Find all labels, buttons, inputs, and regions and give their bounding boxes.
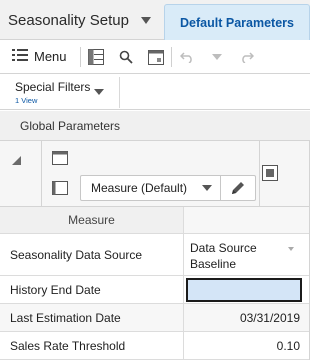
grid-border [309,141,310,360]
chevron-down-icon[interactable] [202,40,232,74]
search-icon[interactable] [111,40,141,74]
cell-value-line: Data Source [190,241,257,255]
seasonality-source-cell[interactable]: Data Source Baseline [184,234,310,275]
menu-button[interactable]: Menu [0,40,80,74]
view-count-label: 1 View [15,96,38,105]
row-dimension-icon[interactable] [52,151,68,170]
grid-header-row: Measure [0,207,310,234]
last-estimation-date-cell[interactable]: 03/31/2019 [184,304,310,331]
date-edit-input[interactable] [186,277,302,302]
row-label: Last Estimation Date [0,304,184,331]
chevron-down-icon[interactable] [94,89,104,95]
pivot-corner[interactable] [0,141,42,207]
row-label: Sales Rate Threshold [0,332,184,359]
undo-icon[interactable] [172,40,202,74]
edit-pencil-icon[interactable] [221,175,255,201]
redo-icon[interactable] [232,40,262,74]
table-row: Seasonality Data Source Data Source Base… [0,234,310,276]
tab-label: Default Parameters [180,15,294,30]
table-row: History End Date [0,276,310,304]
corner-triangle-icon[interactable] [12,156,21,165]
section-title: Global Parameters [20,118,121,133]
row-label: History End Date [0,276,184,303]
table-row: Last Estimation Date 03/31/2019 [0,304,310,332]
filter-bar: Special Filters 1 View [0,74,310,110]
special-filters-dropdown[interactable]: Special Filters 1 View [8,77,120,108]
section-header: Global Parameters [0,111,310,141]
tab-label: Seasonality Setup [8,11,129,29]
measure-dropdown-label: Measure (Default) [91,181,188,195]
chevron-down-icon[interactable] [288,247,294,251]
sales-rate-threshold-cell[interactable]: 0.10 [184,332,310,359]
calendar-icon[interactable] [141,40,171,74]
history-end-date-cell[interactable] [184,276,310,303]
column-dimension-icon[interactable] [52,181,68,200]
chevron-down-icon[interactable] [202,185,212,191]
cell-value: Data Source Baseline [190,240,257,272]
chevron-down-icon[interactable] [140,16,151,24]
measure-column-header: Measure [0,207,184,233]
row-label: Seasonality Data Source [0,234,184,275]
tab-default-parameters[interactable]: Default Parameters [164,4,310,40]
measure-dropdown[interactable]: Measure (Default) [80,175,256,201]
tab-bar: Seasonality Setup Default Parameters [0,0,310,40]
menu-icon [12,48,28,66]
pivot-header: Measure (Default) [0,141,310,207]
column-header-icon[interactable] [262,165,278,186]
table-row: Sales Rate Threshold 0.10 [0,332,310,360]
cell-value-line: Baseline [190,257,237,272]
toolbar: Menu [0,40,310,74]
value-column-header [184,207,310,233]
tab-seasonality-setup[interactable]: Seasonality Setup [0,0,156,40]
special-filters-label: Special Filters [15,80,91,94]
pivot-column-tiles: Measure (Default) [42,141,260,207]
pivot-icon[interactable] [81,40,111,74]
menu-label: Menu [34,49,67,64]
